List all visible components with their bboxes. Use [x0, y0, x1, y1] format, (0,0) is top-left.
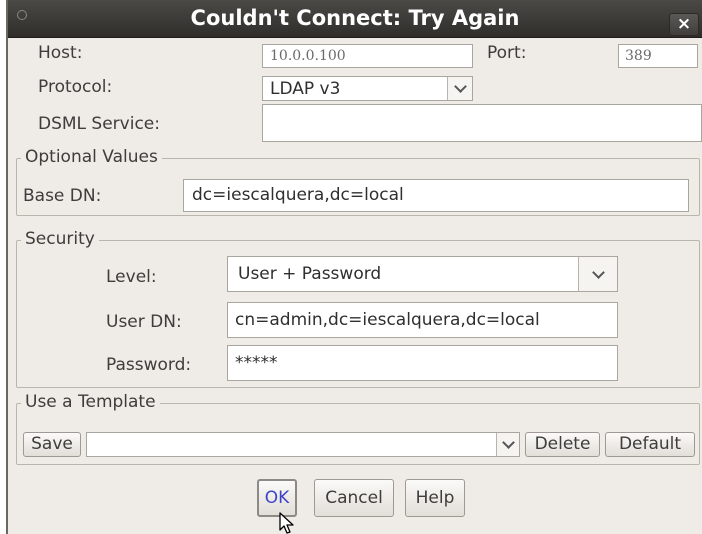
dsml-label: DSML Service:	[38, 114, 160, 134]
template-save-button[interactable]: Save	[23, 432, 81, 457]
security-level-select[interactable]: User + Password	[227, 256, 618, 292]
optional-values-group: Optional Values Base DN: dc=iescalquera,…	[16, 147, 700, 216]
dialog-title: Couldn't Connect: Try Again	[190, 6, 520, 30]
protocol-selected-value: LDAP v3	[270, 79, 341, 99]
port-input[interactable]: 389	[618, 44, 698, 68]
template-title: Use a Template	[21, 392, 160, 412]
security-group: Security Level: User + Password User DN:…	[16, 229, 700, 388]
host-label: Host:	[38, 43, 83, 63]
template-group: Use a Template Save Delete Default	[16, 392, 700, 465]
template-select[interactable]	[86, 432, 520, 457]
protocol-dropdown-button[interactable]	[447, 77, 472, 100]
password-label: Password:	[106, 355, 192, 375]
cancel-button[interactable]: Cancel	[314, 479, 394, 517]
chevron-down-icon	[453, 80, 467, 93]
security-level-dropdown-button[interactable]	[578, 257, 617, 291]
help-button[interactable]: Help	[405, 479, 465, 517]
dsml-service-input[interactable]	[262, 104, 702, 142]
mouse-pointer-icon	[279, 512, 294, 534]
password-input[interactable]: *****	[227, 345, 618, 381]
close-button[interactable]: ×	[669, 13, 699, 36]
security-title: Security	[21, 229, 99, 249]
security-level-label: Level:	[106, 267, 157, 287]
port-label: Port:	[487, 43, 527, 63]
connection-dialog: Couldn't Connect: Try Again × Host: 10.0…	[6, 0, 702, 534]
host-input[interactable]: 10.0.0.100	[262, 44, 473, 68]
protocol-label: Protocol:	[38, 77, 113, 97]
close-icon: ×	[676, 14, 692, 34]
security-level-selected-value: User + Password	[238, 264, 382, 284]
chevron-down-icon	[501, 436, 515, 449]
title-bar[interactable]: Couldn't Connect: Try Again ×	[8, 0, 702, 38]
chevron-down-icon	[591, 265, 605, 279]
user-dn-label: User DN:	[106, 312, 182, 332]
base-dn-input[interactable]: dc=iescalquera,dc=local	[183, 179, 689, 212]
template-dropdown-button[interactable]	[496, 433, 519, 456]
template-delete-button[interactable]: Delete	[525, 432, 600, 457]
base-dn-label: Base DN:	[23, 186, 102, 206]
optional-values-title: Optional Values	[21, 147, 162, 167]
user-dn-input[interactable]: cn=admin,dc=iescalquera,dc=local	[227, 302, 618, 338]
protocol-select[interactable]: LDAP v3	[262, 76, 473, 101]
template-default-button[interactable]: Default	[605, 432, 695, 457]
